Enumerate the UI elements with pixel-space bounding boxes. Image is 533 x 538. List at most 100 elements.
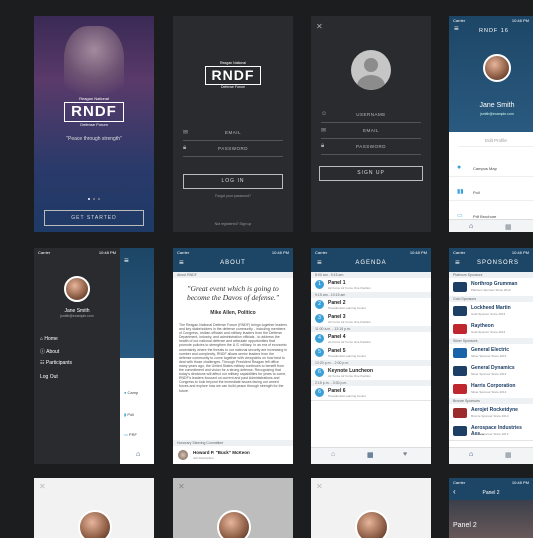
main-content-peek[interactable]: ≡ ● Camp ▮ Poll ▭ PRF ⌂: [120, 248, 154, 464]
tab-bar: ⌂ ▦: [449, 219, 533, 232]
about-body: The Reagan National Defense Forum (RNDF)…: [179, 323, 287, 393]
status-time: 10:48 PM: [271, 250, 289, 255]
close-icon[interactable]: ✕: [178, 482, 185, 491]
login-button[interactable]: LOG IN: [183, 174, 283, 189]
panel-photo: [449, 500, 533, 538]
avatar: [177, 449, 189, 461]
sponsor-item[interactable]: Raytheon Gold Sponsor Since 2013: [449, 320, 533, 339]
home-icon[interactable]: ⌂: [331, 451, 335, 458]
sponsor-name: General Dynamics: [471, 365, 515, 371]
agenda-item[interactable]: 5 Panel 5 Presidential Learning Center: [311, 346, 431, 361]
avatar[interactable]: [355, 510, 389, 538]
calendar-icon[interactable]: ▦: [505, 223, 512, 231]
org-top: Reagan National: [79, 96, 109, 101]
signup-link[interactable]: Not registered? Sign up: [173, 222, 293, 226]
forgot-password-link[interactable]: Forgot your password?: [173, 194, 293, 198]
avatar[interactable]: [483, 54, 511, 82]
heart-icon[interactable]: ♥: [403, 451, 407, 458]
carrier: Carrier: [177, 250, 190, 255]
close-icon[interactable]: ✕: [316, 482, 323, 491]
panel-overlay-title: Panel 2: [453, 522, 477, 529]
sponsor-name: General Electric: [471, 347, 510, 353]
sponsor-tier: Gold Sponsor Since 2013: [471, 330, 506, 334]
agenda-item[interactable]: 4 Panel 4 Air Force Air Force One Pavilion: [311, 332, 431, 347]
tab-bar: ⌂ ▦ ♥: [311, 447, 431, 464]
get-started-button[interactable]: GET STARTED: [44, 210, 144, 226]
page-dots[interactable]: [84, 198, 104, 202]
carrier: Carrier: [38, 250, 51, 255]
menu-item-about[interactable]: ⓘ About: [40, 348, 59, 355]
agenda-item-location: Air Force Air Force One Pavilion: [328, 374, 371, 378]
org-bottom: Defense Forum: [80, 122, 108, 127]
avatar[interactable]: [217, 510, 251, 538]
calendar-icon[interactable]: ▦: [505, 451, 512, 459]
menu-item-logout[interactable]: Log Out: [40, 374, 58, 380]
close-icon[interactable]: ✕: [316, 22, 323, 31]
sponsor-name: Raytheon: [471, 323, 494, 329]
poll-icon: ▮▮: [457, 189, 464, 195]
info-icon: ⓘ: [40, 349, 46, 355]
sponsor-item[interactable]: Harris Corporation Silver Sponsor Since 2…: [449, 380, 533, 399]
agenda-item[interactable]: 1 Panel 1 Air Force Air Force One Pavilion: [311, 278, 431, 293]
hamburger-icon[interactable]: ≡: [124, 257, 129, 265]
agenda-item[interactable]: 6 Panel 6 Presidential Learning Center: [311, 386, 431, 401]
agenda-item-location: Presidential Learning Center: [328, 394, 367, 398]
carrier: Carrier: [453, 480, 466, 485]
close-icon[interactable]: ✕: [39, 482, 46, 491]
sponsor-tier: Silver Sponsor Since 2013: [471, 354, 507, 358]
map-pin-icon: ●: [457, 164, 462, 171]
email-field[interactable]: ✉ EMAIL: [321, 124, 421, 139]
agenda-item[interactable]: 6 Keynote Luncheon Air Force Air Force One…: [311, 366, 431, 381]
avatar-placeholder[interactable]: [351, 50, 391, 90]
menu-item-home[interactable]: ⌂ Home: [40, 336, 58, 342]
sponsor-logo-icon: [453, 384, 467, 394]
sponsor-item[interactable]: Lockheed Martin Gold Sponsor Since 2013: [449, 302, 533, 321]
committee-member[interactable]: Howard P. "Buck" McKeon Job Description: [173, 447, 293, 464]
hamburger-icon[interactable]: ≡: [454, 25, 459, 33]
avatar[interactable]: [78, 510, 112, 538]
people-icon: ☷: [40, 360, 45, 366]
home-icon[interactable]: ⌂: [136, 451, 140, 458]
password-field[interactable]: 🔒︎ PASSWORD: [321, 140, 421, 155]
sponsor-item[interactable]: General Dynamics Silver Sponsor Since 201…: [449, 362, 533, 381]
document-icon: ▭: [457, 213, 463, 219]
user-icon: [364, 58, 378, 72]
user-email: jsmith@example.com: [480, 112, 514, 116]
menu-item-participants[interactable]: ☷ Participants: [40, 360, 72, 366]
rndf-logo: RNDF: [64, 102, 124, 122]
committee-header: Honorary Steering Committee: [173, 440, 293, 446]
carrier: Carrier: [453, 18, 466, 23]
status-time: 10:48 PM: [511, 480, 529, 485]
home-icon[interactable]: ⌂: [469, 223, 473, 230]
signup-button[interactable]: SIGN UP: [319, 166, 423, 181]
edit-profile-button[interactable]: Edit Profile: [459, 136, 533, 147]
panel-number-badge: 5: [315, 348, 324, 357]
sponsor-item[interactable]: Aerospace Industries Ass... Bronze Sponso…: [449, 422, 533, 441]
menu-row-poll[interactable]: ▮▮ Poll: [449, 186, 533, 201]
home-icon[interactable]: ⌂: [469, 451, 473, 458]
agenda-item[interactable]: 2 Panel 2 Presidential Learning Center: [311, 298, 431, 313]
sponsor-tier: Silver Sponsor Since 2013: [471, 390, 507, 394]
speaker-photo: [64, 26, 124, 106]
username-field[interactable]: ☺ USERNAME: [321, 108, 421, 123]
sponsor-logo-icon: [453, 426, 467, 436]
email-field[interactable]: ✉ EMAIL: [183, 126, 283, 141]
sponsor-item[interactable]: Aerojet Rocketdyne Bronze Sponsor Since 2…: [449, 404, 533, 423]
sponsor-logo-icon: [453, 408, 467, 418]
agenda-item[interactable]: 3 Panel 3 Air Force Air Force One Pavilion: [311, 312, 431, 327]
menu-row-campus-map[interactable]: ● Campus Map: [449, 162, 533, 177]
sponsor-item[interactable]: Northrop Grumman Platinum Sponsor Since 2…: [449, 278, 533, 297]
avatar[interactable]: [64, 276, 90, 302]
calendar-icon[interactable]: ▦: [367, 451, 374, 459]
sponsor-name: Lockheed Martin: [471, 305, 511, 311]
peek-row: ▮ Poll: [124, 412, 134, 417]
page-title: ABOUT: [220, 260, 246, 266]
profile-edit-screen-3: ✕: [311, 478, 431, 538]
page-title: Panel 2: [482, 490, 500, 496]
password-field[interactable]: 🔒︎ PASSWORD: [183, 142, 283, 157]
section-header: About RNDF: [173, 272, 293, 278]
panel-number-badge: 2: [315, 300, 324, 309]
sponsor-item[interactable]: General Electric Silver Sponsor Since 201…: [449, 344, 533, 363]
panel-number-badge: 3: [315, 314, 324, 323]
sponsor-logo-icon: [453, 306, 467, 316]
